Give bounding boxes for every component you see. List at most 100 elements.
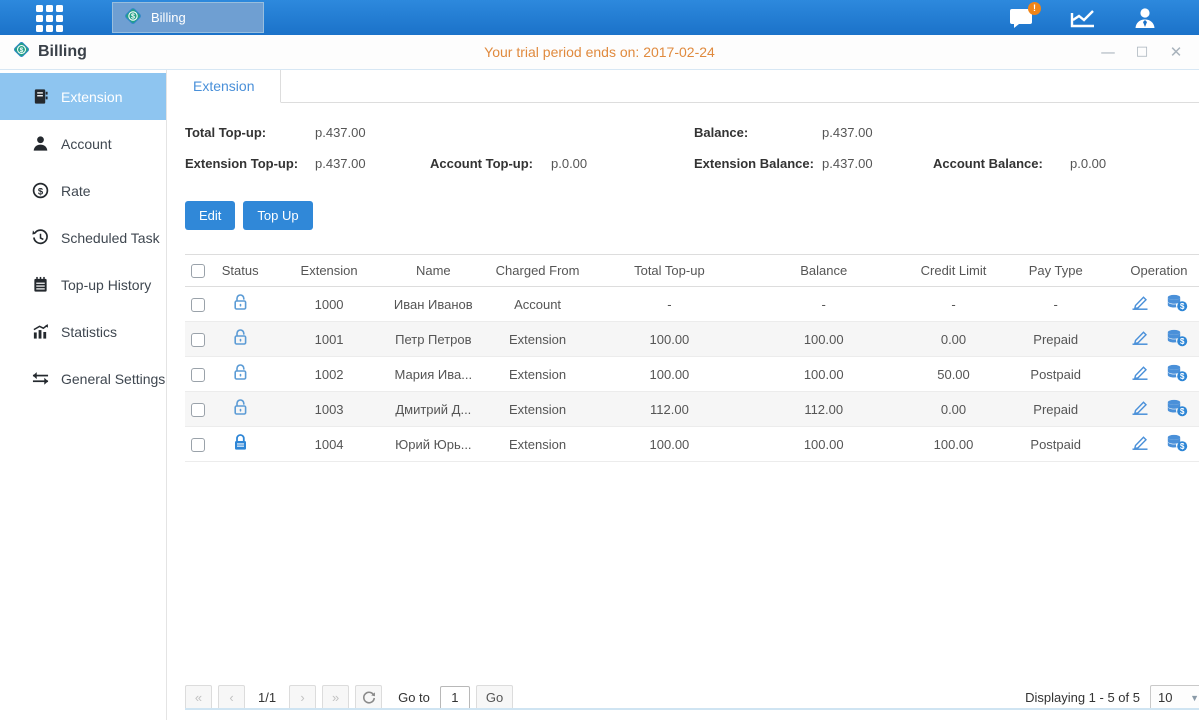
balance-value: p.437.00 bbox=[822, 125, 873, 140]
topup-coins-icon[interactable]: $ bbox=[1166, 364, 1188, 385]
tab-strip: Extension bbox=[167, 70, 1199, 103]
sidebar-item-label: Extension bbox=[61, 89, 122, 105]
user-account-icon[interactable] bbox=[1131, 6, 1159, 30]
account-topup-label: Account Top-up: bbox=[430, 156, 551, 171]
balance-cell: - bbox=[741, 287, 907, 322]
name-cell: Петр Петров bbox=[389, 322, 477, 357]
apps-grid-icon[interactable] bbox=[36, 5, 62, 31]
clock-history-icon bbox=[32, 229, 49, 246]
first-page-button[interactable]: « bbox=[185, 685, 212, 710]
sidebar-item-extension[interactable]: Extension bbox=[0, 73, 166, 120]
row-checkbox[interactable] bbox=[191, 403, 205, 417]
sidebar-item-label: Top-up History bbox=[61, 277, 151, 293]
charged-from-cell: Extension bbox=[477, 357, 598, 392]
name-cell: Дмитрий Д... bbox=[389, 392, 477, 427]
edit-icon[interactable] bbox=[1130, 364, 1150, 384]
table-row: 1003Дмитрий Д...Extension112.00112.000.0… bbox=[185, 392, 1199, 427]
charged-from-cell: Account bbox=[477, 287, 598, 322]
col-pay-type: Pay Type bbox=[1001, 255, 1111, 287]
tab-extension[interactable]: Extension bbox=[167, 70, 281, 103]
sidebar-item-label: Rate bbox=[61, 183, 91, 199]
extension-balance-label: Extension Balance: bbox=[694, 156, 822, 171]
window-titlebar: Your trial period ends on: 2017-02-24 $ … bbox=[0, 35, 1199, 70]
select-all-checkbox[interactable] bbox=[191, 264, 205, 278]
sidebar-item-general-settings[interactable]: General Settings bbox=[0, 355, 166, 402]
taskbar-tab-billing[interactable]: $ Billing bbox=[112, 2, 264, 33]
col-operation: Operation bbox=[1111, 255, 1199, 287]
prev-page-button[interactable]: ‹ bbox=[218, 685, 245, 710]
balance-cell: 100.00 bbox=[741, 427, 907, 462]
sidebar-item-label: General Settings bbox=[61, 371, 165, 387]
col-balance: Balance bbox=[741, 255, 907, 287]
balance-cell: 100.00 bbox=[741, 322, 907, 357]
col-name: Name bbox=[389, 255, 477, 287]
statistics-chart-icon[interactable] bbox=[1069, 6, 1097, 30]
pay-type-cell: - bbox=[1001, 287, 1111, 322]
total-topup-cell: - bbox=[598, 287, 741, 322]
total-topup-cell: 100.00 bbox=[598, 322, 741, 357]
topup-coins-icon[interactable]: $ bbox=[1166, 294, 1188, 315]
lock-open-icon[interactable] bbox=[232, 363, 249, 385]
svg-text:$: $ bbox=[1180, 372, 1185, 381]
svg-text:$: $ bbox=[1180, 337, 1185, 346]
goto-page-input[interactable] bbox=[440, 686, 470, 710]
svg-text:$: $ bbox=[1180, 407, 1185, 416]
lock-closed-icon[interactable] bbox=[232, 433, 249, 455]
row-checkbox[interactable] bbox=[191, 333, 205, 347]
sidebar-item-scheduled-task[interactable]: Scheduled Task bbox=[0, 214, 166, 261]
col-total-topup: Total Top-up bbox=[598, 255, 741, 287]
notification-badge: ! bbox=[1028, 2, 1041, 15]
last-page-button[interactable]: » bbox=[322, 685, 349, 710]
pay-type-cell: Prepaid bbox=[1001, 322, 1111, 357]
edit-icon[interactable] bbox=[1130, 399, 1150, 419]
edit-icon[interactable] bbox=[1130, 294, 1150, 314]
table-header-row: Status Extension Name Charged From Total… bbox=[185, 255, 1199, 287]
lock-open-icon[interactable] bbox=[232, 398, 249, 420]
total-topup-value: p.437.00 bbox=[315, 125, 366, 140]
col-status: Status bbox=[212, 255, 269, 287]
lock-open-icon[interactable] bbox=[232, 293, 249, 315]
account-balance-label: Account Balance: bbox=[933, 156, 1070, 171]
maximize-icon[interactable]: □ bbox=[1133, 43, 1151, 61]
person-icon bbox=[32, 135, 49, 152]
name-cell: Юрий Юрь... bbox=[389, 427, 477, 462]
row-checkbox[interactable] bbox=[191, 438, 205, 452]
minimize-icon[interactable]: — bbox=[1099, 43, 1117, 61]
credit-limit-cell: - bbox=[907, 287, 1001, 322]
sidebar-item-statistics[interactable]: Statistics bbox=[0, 308, 166, 355]
go-button[interactable]: Go bbox=[476, 685, 513, 710]
edit-icon[interactable] bbox=[1130, 329, 1150, 349]
lock-open-icon[interactable] bbox=[232, 328, 249, 350]
sidebar: Extension Account $ Rate Scheduled Task bbox=[0, 70, 167, 720]
topup-coins-icon[interactable]: $ bbox=[1166, 434, 1188, 455]
sidebar-item-topup-history[interactable]: Top-up History bbox=[0, 261, 166, 308]
edit-icon[interactable] bbox=[1130, 434, 1150, 454]
refresh-icon[interactable] bbox=[355, 685, 382, 710]
credit-limit-cell: 50.00 bbox=[907, 357, 1001, 392]
sidebar-item-rate[interactable]: $ Rate bbox=[0, 167, 166, 214]
extension-cell: 1002 bbox=[269, 357, 390, 392]
pay-type-cell: Prepaid bbox=[1001, 392, 1111, 427]
sidebar-item-account[interactable]: Account bbox=[0, 120, 166, 167]
balance-label: Balance: bbox=[694, 125, 822, 140]
edit-button[interactable]: Edit bbox=[185, 201, 235, 230]
row-checkbox[interactable] bbox=[191, 368, 205, 382]
close-icon[interactable]: ✕ bbox=[1167, 43, 1185, 61]
topup-coins-icon[interactable]: $ bbox=[1166, 329, 1188, 350]
main-content: Extension Total Top-up: p.437.00 Extensi… bbox=[167, 70, 1199, 720]
extension-balance-value: p.437.00 bbox=[822, 156, 933, 171]
billing-diamond-icon: $ bbox=[123, 6, 143, 29]
topup-coins-icon[interactable]: $ bbox=[1166, 399, 1188, 420]
billing-diamond-icon: $ bbox=[12, 40, 31, 64]
goto-label: Go to bbox=[398, 690, 430, 705]
table-row: 1004Юрий Юрь...Extension100.00100.00100.… bbox=[185, 427, 1199, 462]
top-up-button[interactable]: Top Up bbox=[243, 201, 312, 230]
next-page-button[interactable]: › bbox=[289, 685, 316, 710]
row-checkbox[interactable] bbox=[191, 298, 205, 312]
balance-cell: 112.00 bbox=[741, 392, 907, 427]
messages-icon[interactable]: ! bbox=[1007, 6, 1035, 30]
sidebar-item-label: Scheduled Task bbox=[61, 230, 160, 246]
page-size-select[interactable]: 10 ▼ bbox=[1150, 685, 1199, 710]
sliders-icon bbox=[32, 370, 49, 387]
system-topbar: $ Billing ! bbox=[0, 0, 1199, 35]
